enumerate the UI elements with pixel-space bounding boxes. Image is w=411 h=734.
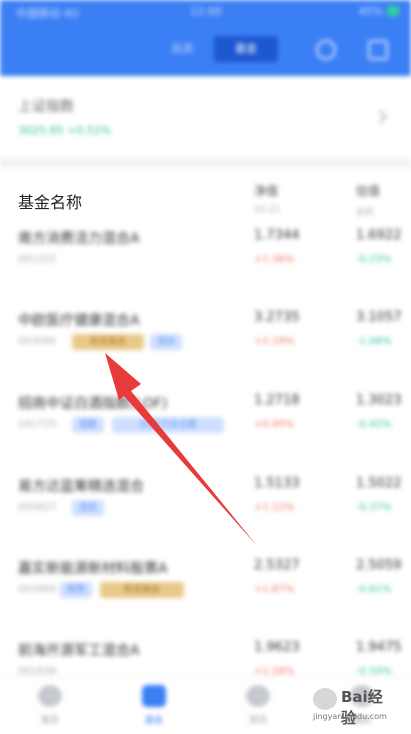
baidu-paw-icon: [313, 688, 337, 710]
watermark: Bai经验 jingyan.baidu.com: [313, 684, 397, 728]
watermark-text: Bai经验: [341, 688, 383, 727]
watermark-url: jingyan.baidu.com: [313, 712, 387, 721]
annotation-arrow: [105, 353, 258, 547]
